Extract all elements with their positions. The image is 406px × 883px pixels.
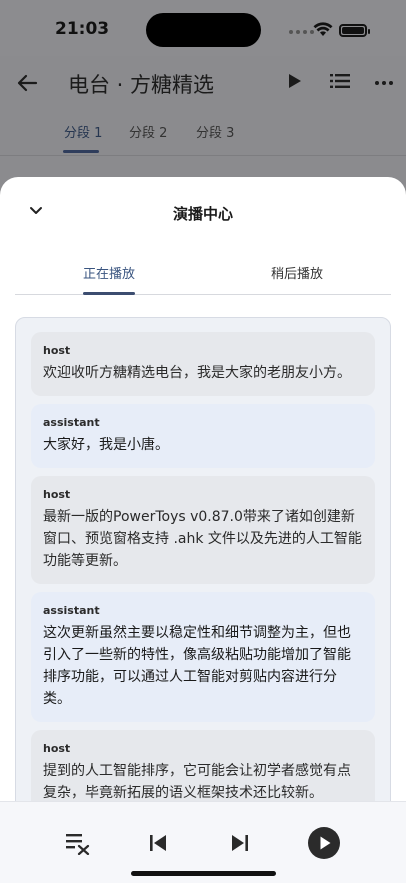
- message-text: 最新一版的PowerToys v0.87.0带来了诸如创建新窗口、预览窗格支持 …: [43, 509, 362, 569]
- sheet-title: 演播中心: [172, 205, 233, 223]
- sheet-tab-indicator: [83, 292, 135, 295]
- message-text: 欢迎收听方糖精选电台，我是大家的老朋友小方。: [43, 365, 351, 381]
- signal-icon: [289, 30, 314, 34]
- arrow-left-icon[interactable]: [16, 72, 38, 94]
- app-header: 电台 · 方糖精选 分段 1 分段 2 分段 3: [0, 56, 406, 156]
- tab-segment-3[interactable]: 分段 3: [196, 122, 234, 141]
- broadcast-center-sheet: 演播中心 正在播放 稍后播放 host 欢迎收听方糖精选电台，我是大家的老朋友小…: [0, 177, 406, 883]
- play-circle-icon[interactable]: [308, 827, 340, 859]
- transcript-message: host 最新一版的PowerToys v0.87.0带来了诸如创建新窗口、预览…: [31, 476, 375, 584]
- more-horizontal-icon[interactable]: [375, 81, 393, 85]
- message-text: 大家好，我是小唐。: [43, 437, 169, 453]
- clear-queue-icon[interactable]: [66, 833, 90, 855]
- tab-segment-2[interactable]: 分段 2: [129, 122, 167, 141]
- message-role: assistant: [43, 416, 100, 429]
- play-icon[interactable]: [288, 73, 302, 89]
- message-role: host: [43, 742, 71, 755]
- segment-tabs: 分段 1 分段 2 分段 3: [0, 122, 406, 156]
- home-indicator: [131, 871, 276, 876]
- skip-next-icon[interactable]: [231, 835, 248, 851]
- segment-tab-indicator: [63, 150, 99, 153]
- transcript-panel[interactable]: host 欢迎收听方糖精选电台，我是大家的老朋友小方。 assistant 大家…: [15, 317, 391, 817]
- message-role: host: [43, 488, 71, 501]
- message-role: assistant: [43, 604, 100, 617]
- tab-play-later[interactable]: 稍后播放: [203, 263, 391, 282]
- message-text: 提到的人工智能排序，它可能会让初学者感觉有点复杂，毕竟新拓展的语义框架技术还比较…: [43, 763, 351, 801]
- page-title: 电台 · 方糖精选: [68, 73, 215, 97]
- sheet-tabs: 正在播放 稍后播放: [15, 263, 391, 295]
- skip-previous-icon[interactable]: [150, 835, 167, 851]
- wifi-icon: [313, 22, 333, 36]
- status-bar: 21:03: [0, 0, 406, 56]
- message-role: host: [43, 344, 71, 357]
- transcript-message: assistant 这次更新虽然主要以稳定性和细节调整为主，但也引入了一些新的特…: [31, 592, 375, 722]
- tab-segment-1[interactable]: 分段 1: [64, 122, 102, 141]
- list-icon[interactable]: [330, 74, 350, 88]
- tab-now-playing[interactable]: 正在播放: [15, 263, 203, 282]
- transcript-message: host 欢迎收听方糖精选电台，我是大家的老朋友小方。: [31, 332, 375, 396]
- battery-icon: [339, 24, 370, 37]
- status-time: 21:03: [55, 19, 110, 39]
- dynamic-island: [146, 13, 261, 47]
- transcript-message: assistant 大家好，我是小唐。: [31, 404, 375, 468]
- message-text: 这次更新虽然主要以稳定性和细节调整为主，但也引入了一些新的特性，像高级粘贴功能增…: [43, 625, 351, 707]
